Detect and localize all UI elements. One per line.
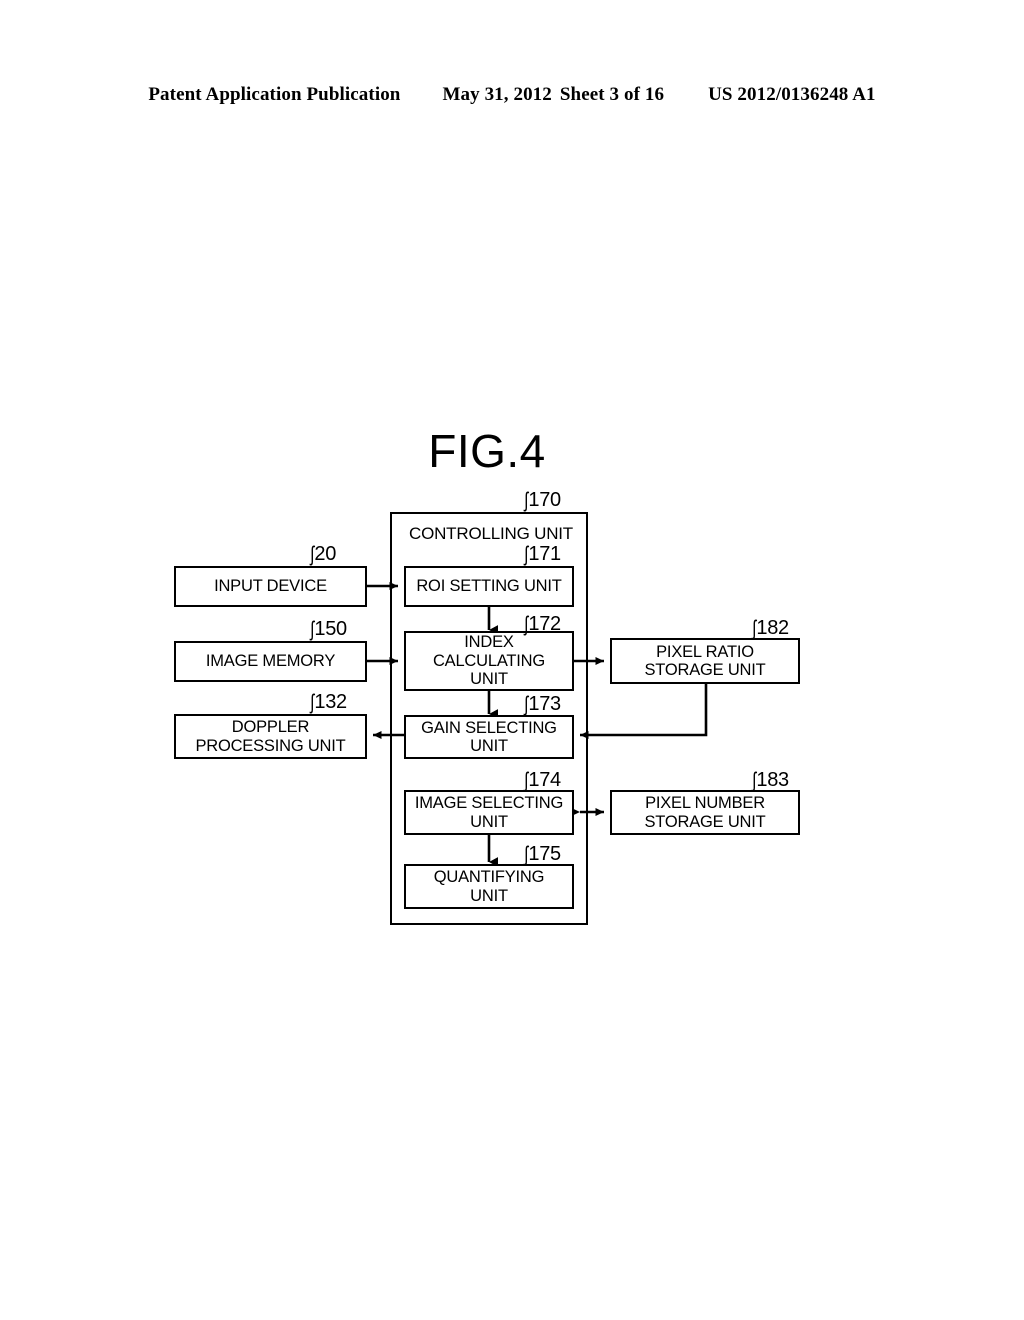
node-input-device-label: INPUT DEVICE [214,577,327,596]
node-roi-setting-unit-label: ROI SETTING UNIT [416,577,562,596]
ref-hook-icon: ʃ [524,693,529,716]
ref-hook-icon: ʃ [524,543,529,566]
connector-pixel-ratio-to-gain [580,684,708,740]
ref-numeral-170: ʃ170 [524,489,562,512]
ref-numeral-182: ʃ182 [752,617,790,640]
ref-hook-icon: ʃ [310,691,315,714]
ref-hook-icon: ʃ [752,617,757,640]
node-index-calculating-unit-label: INDEX CALCULATING UNIT [432,633,546,689]
node-pixel-number-storage-unit[interactable]: PIXEL NUMBER STORAGE UNIT [610,790,800,835]
node-pixel-ratio-storage-unit-label: PIXEL RATIO STORAGE UNIT [644,642,766,679]
node-index-calculating-unit[interactable]: INDEX CALCULATING UNIT [404,631,574,691]
ref-hook-icon: ʃ [524,613,529,636]
node-doppler-processing-unit-label: DOPPLER PROCESSING UNIT [195,718,346,755]
ref-hook-icon: ʃ [524,489,529,512]
ref-numeral-183: ʃ183 [752,769,790,792]
node-input-device[interactable]: INPUT DEVICE [174,566,367,607]
node-image-memory-label: IMAGE MEMORY [205,652,336,671]
ref-numeral-132: ʃ132 [310,691,348,714]
ref-hook-icon: ʃ [524,843,529,866]
ref-numeral-20: ʃ20 [310,543,337,566]
ref-numeral-150: ʃ150 [310,618,348,641]
node-gain-selecting-unit-label: GAIN SELECTING UNIT [421,718,557,755]
node-doppler-processing-unit[interactable]: DOPPLER PROCESSING UNIT [174,714,367,759]
ref-hook-icon: ʃ [310,543,315,566]
node-quantifying-unit-label: QUANTIFYING UNIT [433,868,545,905]
node-pixel-ratio-storage-unit[interactable]: PIXEL RATIO STORAGE UNIT [610,638,800,684]
ref-numeral-175: ʃ175 [524,843,562,866]
patent-figure-page: Patent Application Publication May 31, 2… [0,0,1024,1320]
ref-numeral-172: ʃ172 [524,613,562,636]
ref-numeral-173: ʃ173 [524,693,562,716]
node-quantifying-unit[interactable]: QUANTIFYING UNIT [404,864,574,909]
node-image-selecting-unit[interactable]: IMAGE SELECTING UNIT [404,790,574,835]
node-image-memory[interactable]: IMAGE MEMORY [174,641,367,682]
node-pixel-number-storage-unit-label: PIXEL NUMBER STORAGE UNIT [644,794,766,831]
node-roi-setting-unit[interactable]: ROI SETTING UNIT [404,566,574,607]
ref-numeral-174: ʃ174 [524,769,562,792]
node-controlling-unit-label: CONTROLLING UNIT [409,524,573,543]
ref-hook-icon: ʃ [310,618,315,641]
node-image-selecting-unit-label: IMAGE SELECTING UNIT [414,794,564,831]
node-gain-selecting-unit[interactable]: GAIN SELECTING UNIT [404,715,574,759]
ref-hook-icon: ʃ [752,769,757,792]
ref-hook-icon: ʃ [524,769,529,792]
ref-numeral-171: ʃ171 [524,543,562,566]
